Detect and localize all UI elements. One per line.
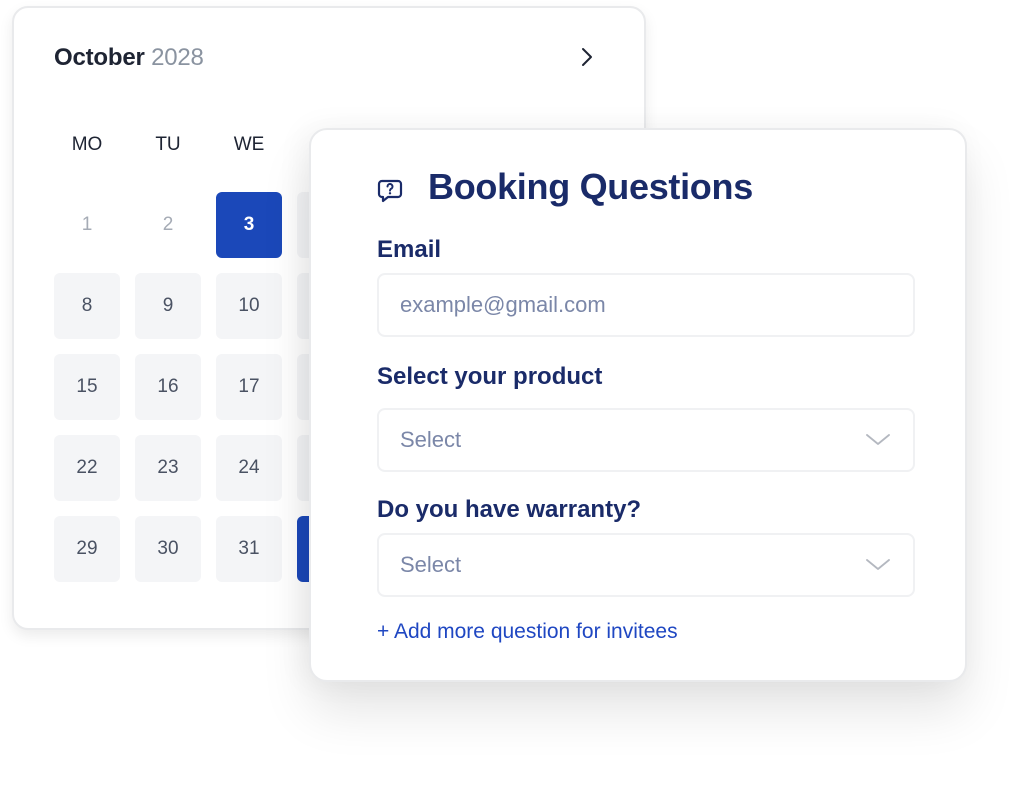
- calendar-day[interactable]: 15: [54, 354, 120, 420]
- calendar-day[interactable]: 3: [216, 192, 282, 258]
- calendar-day[interactable]: 2: [135, 192, 201, 258]
- warranty-label: Do you have warranty?: [377, 496, 642, 523]
- calendar-day[interactable]: 16: [135, 354, 201, 420]
- calendar-day[interactable]: 29: [54, 516, 120, 582]
- product-select-value: Select: [400, 427, 462, 452]
- warranty-select-value: Select: [400, 552, 462, 577]
- chevron-right-icon: [582, 48, 592, 66]
- booking-title: Booking Questions: [428, 166, 753, 207]
- add-question-link[interactable]: + Add more question for invitees: [377, 620, 678, 644]
- product-select[interactable]: Select: [377, 408, 915, 472]
- calendar-day[interactable]: 17: [216, 354, 282, 420]
- question-chat-icon: [377, 179, 403, 203]
- calendar-day[interactable]: 22: [54, 435, 120, 501]
- calendar-year: 2028: [151, 44, 204, 71]
- calendar-day[interactable]: 24: [216, 435, 282, 501]
- calendar-day[interactable]: 1: [54, 192, 120, 258]
- chevron-down-icon: [866, 434, 890, 445]
- booking-questions-card: Booking Questions Email example@gmail.co…: [309, 128, 967, 682]
- product-label: Select your product: [377, 363, 603, 390]
- calendar-title: October 2028: [54, 44, 204, 72]
- weekday-tu: TU: [155, 134, 181, 155]
- calendar-day[interactable]: 31: [216, 516, 282, 582]
- weekday-mo: MO: [71, 134, 103, 155]
- weekday-we: WE: [233, 134, 265, 155]
- chevron-down-icon: [866, 559, 890, 570]
- email-placeholder: example@gmail.com: [400, 292, 606, 317]
- warranty-select[interactable]: Select: [377, 533, 915, 597]
- calendar-day[interactable]: 30: [135, 516, 201, 582]
- calendar-day[interactable]: 10: [216, 273, 282, 339]
- calendar-day[interactable]: 9: [135, 273, 201, 339]
- email-label: Email: [377, 236, 442, 263]
- calendar-day[interactable]: 8: [54, 273, 120, 339]
- calendar-month: October: [54, 44, 145, 71]
- next-month-button[interactable]: [572, 42, 602, 72]
- calendar-day[interactable]: 23: [135, 435, 201, 501]
- email-field[interactable]: example@gmail.com: [377, 273, 915, 337]
